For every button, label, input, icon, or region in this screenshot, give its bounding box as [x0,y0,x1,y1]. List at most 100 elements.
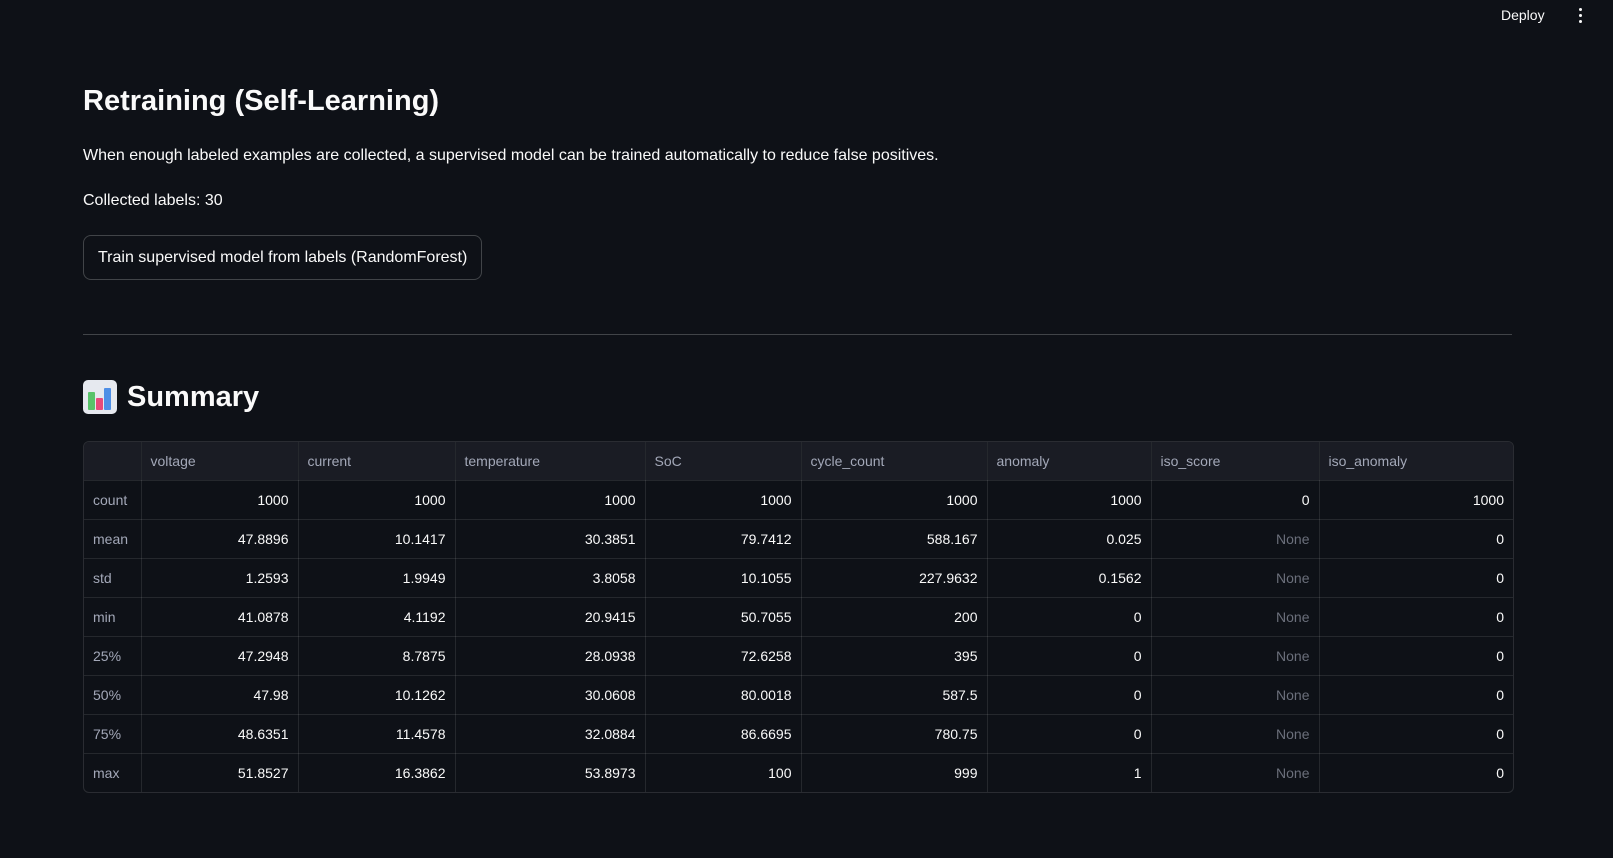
table-cell[interactable]: 47.2948 [141,636,299,676]
table-cell[interactable]: 48.6351 [141,714,299,754]
table-cell[interactable]: 0 [1319,754,1513,793]
table-cell[interactable]: 0 [987,675,1152,715]
table-cell[interactable]: 47.98 [141,675,299,715]
column-header[interactable]: cycle_count [801,442,988,481]
column-header[interactable]: current [298,442,456,481]
row-index-cell: min [84,597,142,637]
column-header[interactable]: anomaly [987,442,1152,481]
table-cell[interactable]: 1000 [801,480,988,520]
table-cell[interactable]: None [1151,675,1320,715]
table-cell[interactable]: 50.7055 [645,597,802,637]
kebab-dot-icon [1578,13,1582,17]
table-cell[interactable]: 780.75 [801,714,988,754]
table-cell[interactable]: 588.167 [801,519,988,559]
table-cell[interactable]: 1000 [645,480,802,520]
row-index-cell: 75% [84,714,142,754]
table-cell[interactable]: 47.8896 [141,519,299,559]
table-cell[interactable]: 53.8973 [455,753,646,792]
table-cell[interactable]: 30.3851 [455,519,646,559]
table-cell[interactable]: None [1151,519,1320,559]
table-cell[interactable]: 8.7875 [298,636,456,676]
row-index-cell: count [84,480,142,520]
table-cell[interactable]: 0 [1319,636,1513,676]
table-cell[interactable]: 395 [801,636,988,676]
summary-dataframe: voltage current temperature SoC cycle_co… [84,442,1513,792]
table-row: min 41.0878 4.1192 20.9415 50.7055 200 0 None 0 [84,597,1513,637]
column-header[interactable]: temperature [455,442,646,481]
kebab-dot-icon [1578,19,1582,23]
table-cell[interactable]: 227.9632 [801,558,988,598]
table-cell[interactable]: 86.6695 [645,714,802,754]
table-cell[interactable]: 0 [1319,558,1513,598]
table-cell[interactable]: 28.0938 [455,636,646,676]
table-cell[interactable]: 999 [801,753,988,792]
table-cell[interactable]: 10.1262 [298,675,456,715]
table-cell[interactable]: 1000 [1319,480,1513,520]
table-row: std 1.2593 1.9949 3.8058 10.1055 227.9632 0.15… [84,558,1513,598]
table-cell[interactable]: 0 [1319,675,1513,715]
table-cell[interactable]: 11.4578 [298,714,456,754]
table-cell[interactable]: None [1151,753,1320,792]
table-row: 25% 47.2948 8.7875 28.0938 72.6258 395 0 None 0 [84,636,1513,676]
table-cell[interactable]: 10.1055 [645,558,802,598]
table-cell[interactable]: 587.5 [801,675,988,715]
row-index-cell: std [84,558,142,598]
table-cell[interactable]: 16.3862 [298,753,456,792]
table-cell[interactable]: 79.7412 [645,519,802,559]
table-cell[interactable]: 51.8527 [141,753,299,792]
table-cell[interactable]: 0 [1319,597,1513,637]
page-title: Retraining (Self-Learning) [83,85,440,117]
table-cell[interactable]: 200 [801,597,988,637]
table-cell[interactable]: 0.1562 [987,558,1152,598]
table-row: count 1000 1000 1000 1000 1000 1000 0 1000 [84,480,1513,520]
table-cell[interactable]: None [1151,558,1320,598]
deploy-button[interactable]: Deploy [1497,4,1549,26]
table-cell[interactable]: 0 [987,714,1152,754]
row-index-cell: 25% [84,636,142,676]
table-cell[interactable]: 1000 [455,480,646,520]
table-cell[interactable]: 3.8058 [455,558,646,598]
column-header[interactable]: SoC [645,442,802,481]
table-cell[interactable]: 1 [987,753,1152,792]
table-header-row: voltage current temperature SoC cycle_co… [84,442,1513,481]
table-cell[interactable]: None [1151,714,1320,754]
table-row: 50% 47.98 10.1262 30.0608 80.0018 587.5 0 None 0 [84,675,1513,715]
main-menu-button[interactable] [1570,4,1590,26]
table-cell[interactable]: 1000 [298,480,456,520]
table-cell[interactable]: None [1151,597,1320,637]
train-model-button[interactable]: Train supervised model from labels (Rand… [83,235,483,280]
table-cell[interactable]: 0.025 [987,519,1152,559]
table-row: 75% 48.6351 11.4578 32.0884 86.6695 780.75 0 No… [84,714,1513,754]
table-cell[interactable]: 4.1192 [298,597,456,637]
table-cell[interactable]: 0 [1319,714,1513,754]
table-cell[interactable]: 32.0884 [455,714,646,754]
retraining-description: When enough labeled examples are collect… [83,147,939,164]
table-cell[interactable]: 1000 [141,480,299,520]
top-bar: Deploy [0,0,1613,30]
collected-labels-text: Collected labels: 30 [83,192,223,209]
table-cell[interactable]: 100 [645,753,802,792]
table-cell[interactable]: 1.9949 [298,558,456,598]
row-index-cell: 50% [84,675,142,715]
column-header[interactable]: iso_score [1151,442,1320,481]
table-cell[interactable]: 80.0018 [645,675,802,715]
table-cell[interactable]: 1000 [987,480,1152,520]
table-cell[interactable]: 30.0608 [455,675,646,715]
table-row: mean 47.8896 10.1417 30.3851 79.7412 588.167 0… [84,519,1513,559]
table-cell[interactable]: 0 [1151,480,1320,520]
table-cell[interactable]: None [1151,636,1320,676]
table-cell[interactable]: 1.2593 [141,558,299,598]
column-header[interactable] [84,442,142,481]
column-header[interactable]: iso_anomaly [1319,442,1513,481]
table-cell[interactable]: 72.6258 [645,636,802,676]
table-cell[interactable]: 20.9415 [455,597,646,637]
section-divider [83,334,1512,335]
table-cell[interactable]: 0 [987,636,1152,676]
table-cell[interactable]: 0 [1319,519,1513,559]
table-cell[interactable]: 41.0878 [141,597,299,637]
table-cell[interactable]: 0 [987,597,1152,637]
table-cell[interactable]: 10.1417 [298,519,456,559]
summary-header: Summary [83,380,259,414]
summary-table[interactable]: voltage current temperature SoC cycle_co… [83,441,1514,793]
column-header[interactable]: voltage [141,442,299,481]
